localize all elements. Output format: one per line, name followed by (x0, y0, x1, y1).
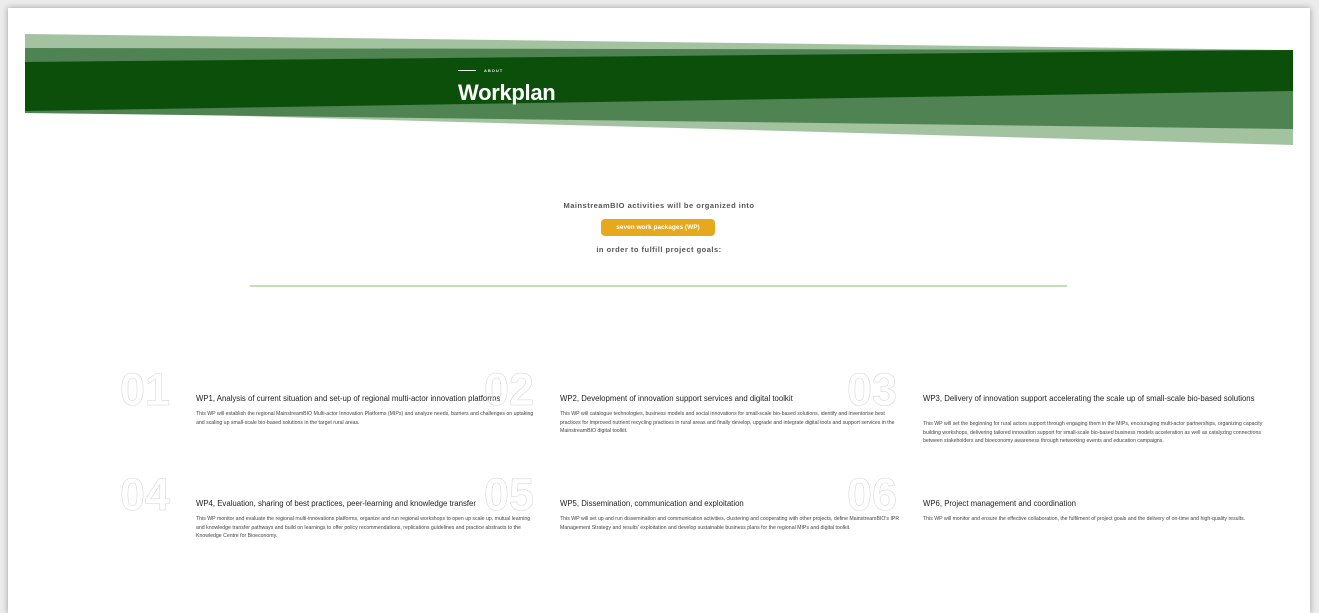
wp-number: 04 (120, 469, 171, 520)
hero-banner: ABOUT Workplan (8, 8, 1310, 168)
wp-description: This WP will set the beginning for rural… (923, 421, 1263, 445)
work-packages-badge: seven work packages (WP) (601, 219, 715, 236)
wp-number: 01 (120, 364, 171, 415)
wp-title: WP3, Delivery of innovation support acce… (923, 394, 1255, 403)
wp-number: 06 (847, 469, 898, 520)
eyebrow-label: ABOUT (484, 68, 504, 73)
wp-description: This WP will monitor and ensure the effe… (923, 516, 1246, 522)
eyebrow-line (458, 70, 476, 71)
intro-text: MainstreamBIO activities will be organiz… (563, 201, 755, 210)
wp-number: 05 (484, 469, 535, 520)
page: ABOUT Workplan MainstreamBIO activities … (8, 8, 1310, 613)
hero-stripes (25, 34, 1293, 145)
section-divider (250, 285, 1067, 287)
hero-eyebrow: ABOUT (458, 68, 503, 73)
wp-title: WP6, Project management and coordination (923, 499, 1076, 508)
wp-number: 03 (847, 364, 898, 415)
wp-number: 02 (484, 364, 535, 415)
page-title: Workplan (458, 80, 556, 105)
intro-subtext: in order to fulfill project goals: (596, 245, 722, 254)
